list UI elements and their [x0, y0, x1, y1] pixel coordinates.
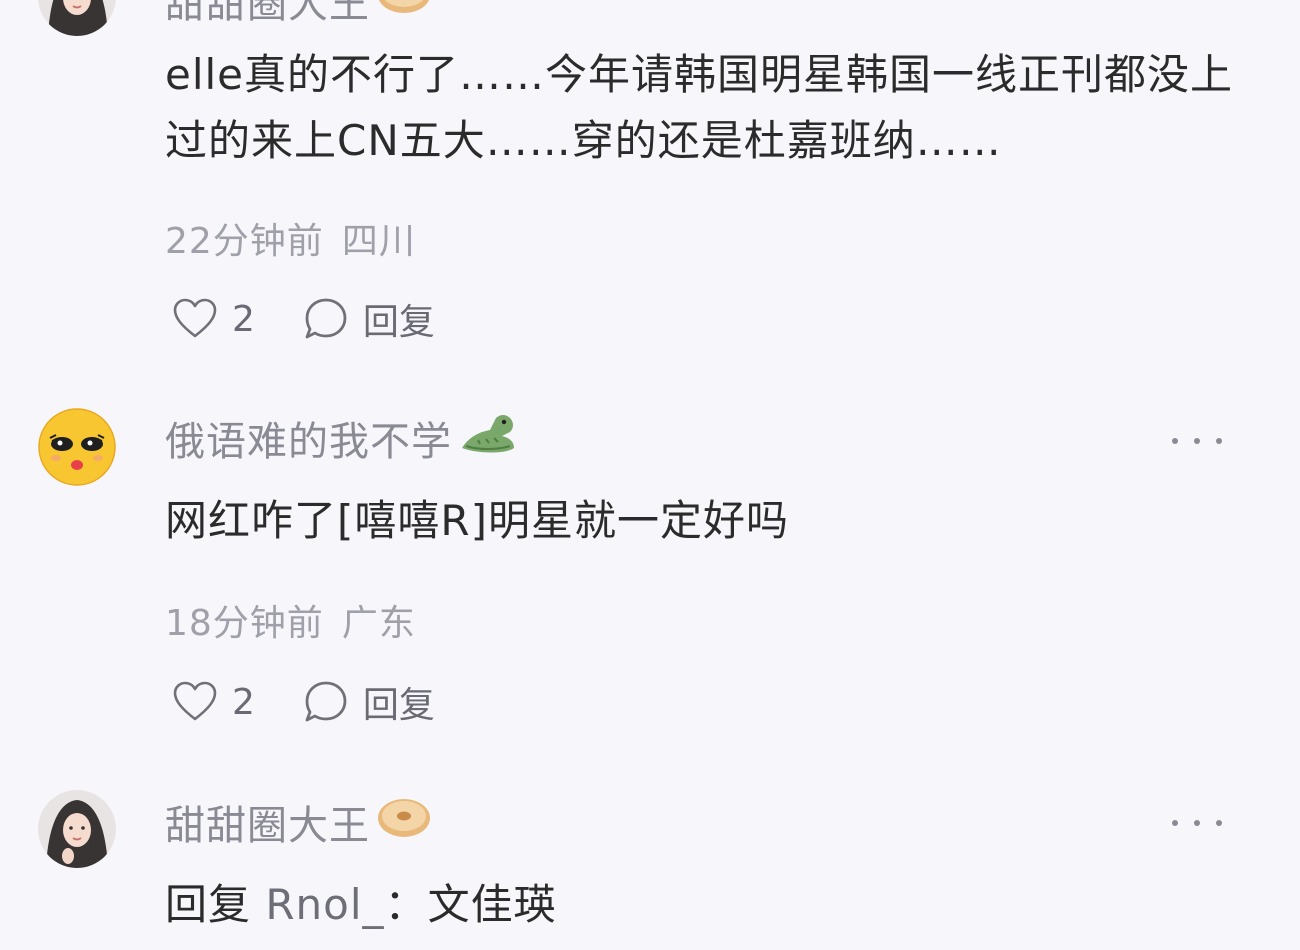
comment-location: 四川 [341, 221, 416, 262]
comment-text: 网红咋了[嘻嘻R]明星就一定好吗 [165, 496, 789, 545]
reply-body: 文佳瑛 [427, 880, 557, 929]
reply-button[interactable]: 回复 [303, 293, 435, 345]
dot-icon [1172, 820, 1178, 826]
dot-icon [1216, 820, 1222, 826]
comment-text: elle真的不行了……今年请韩国明星韩国一线正刊都没上过的来上CN五大……穿的还… [165, 50, 1234, 165]
donut-icon [376, 0, 432, 25]
dot-icon [1194, 820, 1200, 826]
heart-icon [173, 298, 217, 338]
comment-bubble-icon [305, 681, 347, 722]
comment-author[interactable]: 甜甜圈大王 [165, 792, 432, 852]
dot-icon [1172, 438, 1178, 444]
comment-actions: 2 回复 [172, 294, 435, 344]
reply-label: 回复 [362, 685, 435, 726]
comment-author[interactable]: 俄语难的我不学 [165, 408, 518, 468]
author-name: 甜甜圈大王 [165, 0, 370, 27]
avatar-photo-icon [38, 0, 116, 36]
avatar-photo-icon [38, 790, 116, 868]
dot-icon [1216, 438, 1222, 444]
more-options-button[interactable] [1172, 426, 1222, 456]
reply-target-user[interactable]: Rnol_ [265, 880, 384, 929]
comment-author[interactable]: 甜甜圈大王 [165, 0, 432, 30]
emoji-face-avatar-icon [38, 408, 116, 486]
comment-meta: 18分钟前 广东 [165, 594, 416, 646]
comment-location: 广东 [341, 603, 416, 644]
comment-time: 22分钟前 [165, 221, 324, 262]
comment-text: 回复 Rnol_：文佳瑛 [165, 872, 1245, 938]
comment-actions: 2 回复 [172, 677, 435, 727]
reply-label: 回复 [362, 302, 435, 343]
donut-icon [376, 794, 432, 850]
reply-separator: ： [384, 880, 428, 929]
reply-button[interactable]: 回复 [303, 676, 435, 728]
heart-icon [173, 681, 217, 721]
reply-prefix: 回复 [165, 880, 252, 929]
like-count: 2 [232, 298, 255, 340]
avatar[interactable] [38, 408, 116, 486]
comment-bubble-icon [305, 298, 347, 339]
comment-time: 18分钟前 [165, 603, 324, 644]
like-count: 2 [232, 681, 255, 723]
dot-icon [1194, 438, 1200, 444]
author-name: 俄语难的我不学 [165, 419, 452, 465]
author-name: 甜甜圈大王 [165, 803, 370, 849]
avatar[interactable] [38, 790, 116, 868]
like-button[interactable]: 2 [172, 681, 255, 723]
avatar[interactable] [38, 0, 116, 36]
comment-meta: 22分钟前 四川 [165, 212, 416, 264]
more-options-button[interactable] [1172, 808, 1222, 838]
like-button[interactable]: 2 [172, 298, 255, 340]
crocodile-icon [458, 408, 518, 468]
